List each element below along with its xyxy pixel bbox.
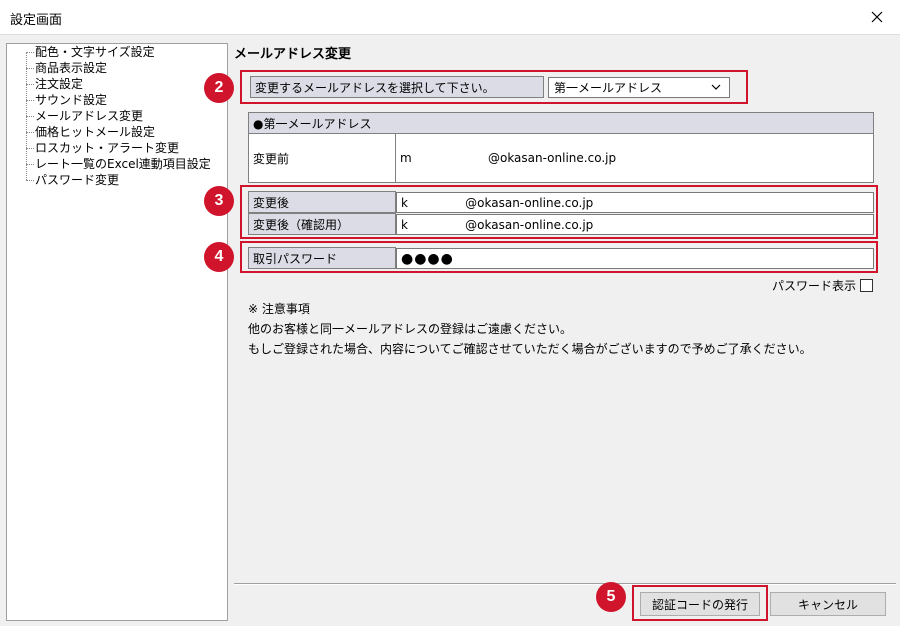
after-label: 変更後 (248, 191, 396, 213)
before-label: 変更前 (248, 133, 396, 183)
tree-item-price-hit-mail[interactable]: 価格ヒットメール設定 (35, 124, 155, 140)
tree-connector (26, 68, 34, 69)
notes-block: ※ 注意事項 他のお客様と同一メールアドレスの登録はご遠慮ください。 もしご登録… (248, 299, 812, 359)
tree-item-product-display[interactable]: 商品表示設定 (35, 60, 107, 76)
tree-item-loss-cut-alert[interactable]: ロスカット・アラート変更 (35, 140, 179, 156)
password-input[interactable]: ●●●● (396, 248, 874, 269)
step-badge-4: 4 (204, 242, 234, 272)
tree-connector (26, 148, 34, 149)
step-badge-2: 2 (204, 73, 234, 103)
section-title: メールアドレス変更 (234, 47, 352, 62)
issue-code-button[interactable]: 認証コードの発行 (640, 592, 760, 616)
footer-divider (234, 583, 896, 585)
tree-connector (26, 164, 34, 165)
tree-connector (26, 116, 34, 117)
email-select-value: 第一メールアドレス (554, 81, 663, 95)
close-button[interactable] (854, 0, 900, 34)
title-bar: 設定画面 (0, 0, 900, 34)
select-email-label: 変更するメールアドレスを選択して下さい。 (250, 76, 544, 98)
password-show-label: パスワード表示 (772, 279, 857, 293)
window-title: 設定画面 (10, 13, 63, 28)
step-badge-3: 3 (204, 186, 234, 216)
new-email-input[interactable]: k @okasan-online.co.jp (396, 192, 874, 213)
settings-tree: 配色・文字サイズ設定 商品表示設定 注文設定 サウンド設定 メールアドレス変更 … (6, 43, 228, 621)
tree-connector (26, 84, 34, 85)
tree-item-password-change[interactable]: パスワード変更 (35, 172, 119, 188)
cancel-button[interactable]: キャンセル (770, 592, 886, 616)
notes-heading: ※ 注意事項 (248, 302, 310, 316)
before-email-value: m @okasan-online.co.jp (395, 133, 874, 183)
password-label: 取引パスワード (248, 247, 396, 269)
email-select-dropdown[interactable]: 第一メールアドレス (548, 77, 730, 98)
tree-connector (26, 180, 34, 181)
chevron-down-icon (711, 84, 721, 90)
confirm-label: 変更後（確認用） (248, 213, 396, 235)
close-icon (871, 11, 883, 23)
tree-item-excel-link[interactable]: レート一覧のExcel連動項目設定 (35, 156, 211, 172)
confirm-email-input[interactable]: k @okasan-online.co.jp (396, 214, 874, 235)
tree-connector (26, 132, 34, 133)
tree-item-sound[interactable]: サウンド設定 (35, 92, 107, 108)
notes-line-2: もしご登録された場合、内容についてご確認させていただく場合がございますので予めご… (248, 342, 812, 356)
tree-item-email-change[interactable]: メールアドレス変更 (35, 108, 143, 124)
tree-connector (26, 52, 34, 53)
password-show-checkbox[interactable] (860, 279, 874, 292)
dialog-body: 配色・文字サイズ設定 商品表示設定 注文設定 サウンド設定 メールアドレス変更 … (0, 34, 900, 626)
tree-item-color-font[interactable]: 配色・文字サイズ設定 (35, 44, 155, 60)
email-table-header: ●第一メールアドレス (248, 112, 874, 134)
notes-line-1: 他のお客様と同一メールアドレスの登録はご遠慮ください。 (248, 322, 573, 336)
password-show-toggle[interactable]: パスワード表示 (772, 277, 874, 294)
tree-item-order[interactable]: 注文設定 (35, 76, 83, 92)
tree-connector (26, 100, 34, 101)
step-badge-5: 5 (596, 582, 626, 612)
